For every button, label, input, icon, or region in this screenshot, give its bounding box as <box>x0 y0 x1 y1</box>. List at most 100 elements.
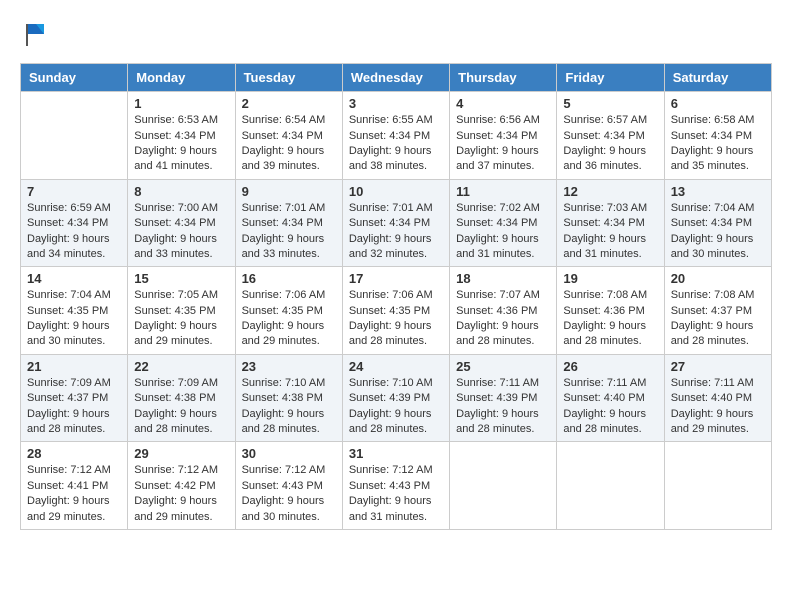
daylight-text: Daylight: 9 hours and 29 minutes. <box>134 495 217 522</box>
sunrise-text: Sunrise: 7:01 AM <box>242 202 326 214</box>
daylight-text: Daylight: 9 hours and 28 minutes. <box>27 408 110 435</box>
calendar-cell: 31 Sunrise: 7:12 AM Sunset: 4:43 PM Dayl… <box>342 442 449 530</box>
sunrise-text: Sunrise: 7:10 AM <box>242 377 326 389</box>
day-number: 3 <box>349 96 443 111</box>
daylight-text: Daylight: 9 hours and 28 minutes. <box>671 320 754 347</box>
sunset-text: Sunset: 4:34 PM <box>242 217 323 229</box>
day-info: Sunrise: 7:09 AM Sunset: 4:38 PM Dayligh… <box>134 376 228 438</box>
sunrise-text: Sunrise: 7:08 AM <box>671 289 755 301</box>
sunrise-text: Sunrise: 7:07 AM <box>456 289 540 301</box>
week-row-3: 14 Sunrise: 7:04 AM Sunset: 4:35 PM Dayl… <box>21 267 772 355</box>
daylight-text: Daylight: 9 hours and 31 minutes. <box>456 233 539 260</box>
sunset-text: Sunset: 4:35 PM <box>134 305 215 317</box>
sunrise-text: Sunrise: 7:09 AM <box>27 377 111 389</box>
weekday-header-tuesday: Tuesday <box>235 64 342 92</box>
weekday-header-sunday: Sunday <box>21 64 128 92</box>
day-number: 17 <box>349 271 443 286</box>
sunset-text: Sunset: 4:34 PM <box>134 130 215 142</box>
sunrise-text: Sunrise: 7:03 AM <box>563 202 647 214</box>
page-header <box>20 20 772 53</box>
day-number: 30 <box>242 446 336 461</box>
sunrise-text: Sunrise: 6:56 AM <box>456 114 540 126</box>
calendar-cell: 6 Sunrise: 6:58 AM Sunset: 4:34 PM Dayli… <box>664 92 771 180</box>
sunrise-text: Sunrise: 7:06 AM <box>349 289 433 301</box>
sunset-text: Sunset: 4:38 PM <box>242 392 323 404</box>
sunset-text: Sunset: 4:34 PM <box>242 130 323 142</box>
sunset-text: Sunset: 4:34 PM <box>134 217 215 229</box>
weekday-header-friday: Friday <box>557 64 664 92</box>
weekday-header-saturday: Saturday <box>664 64 771 92</box>
sunset-text: Sunset: 4:43 PM <box>242 480 323 492</box>
sunset-text: Sunset: 4:34 PM <box>349 217 430 229</box>
daylight-text: Daylight: 9 hours and 41 minutes. <box>134 145 217 172</box>
sunset-text: Sunset: 4:36 PM <box>456 305 537 317</box>
daylight-text: Daylight: 9 hours and 28 minutes. <box>242 408 325 435</box>
daylight-text: Daylight: 9 hours and 30 minutes. <box>27 320 110 347</box>
day-info: Sunrise: 7:04 AM Sunset: 4:35 PM Dayligh… <box>27 288 121 350</box>
calendar-cell: 5 Sunrise: 6:57 AM Sunset: 4:34 PM Dayli… <box>557 92 664 180</box>
day-number: 4 <box>456 96 550 111</box>
day-info: Sunrise: 7:00 AM Sunset: 4:34 PM Dayligh… <box>134 201 228 263</box>
daylight-text: Daylight: 9 hours and 36 minutes. <box>563 145 646 172</box>
daylight-text: Daylight: 9 hours and 28 minutes. <box>456 320 539 347</box>
day-number: 14 <box>27 271 121 286</box>
calendar-cell: 9 Sunrise: 7:01 AM Sunset: 4:34 PM Dayli… <box>235 179 342 267</box>
day-number: 5 <box>563 96 657 111</box>
sunrise-text: Sunrise: 7:12 AM <box>134 464 218 476</box>
day-info: Sunrise: 7:01 AM Sunset: 4:34 PM Dayligh… <box>349 201 443 263</box>
day-number: 19 <box>563 271 657 286</box>
sunrise-text: Sunrise: 6:58 AM <box>671 114 755 126</box>
sunset-text: Sunset: 4:36 PM <box>563 305 644 317</box>
sunrise-text: Sunrise: 7:05 AM <box>134 289 218 301</box>
sunrise-text: Sunrise: 7:11 AM <box>456 377 539 389</box>
daylight-text: Daylight: 9 hours and 29 minutes. <box>27 495 110 522</box>
day-info: Sunrise: 6:56 AM Sunset: 4:34 PM Dayligh… <box>456 113 550 175</box>
calendar-cell: 23 Sunrise: 7:10 AM Sunset: 4:38 PM Dayl… <box>235 354 342 442</box>
week-row-1: 1 Sunrise: 6:53 AM Sunset: 4:34 PM Dayli… <box>21 92 772 180</box>
day-number: 11 <box>456 184 550 199</box>
sunset-text: Sunset: 4:38 PM <box>134 392 215 404</box>
calendar-cell: 19 Sunrise: 7:08 AM Sunset: 4:36 PM Dayl… <box>557 267 664 355</box>
day-number: 27 <box>671 359 765 374</box>
day-info: Sunrise: 7:10 AM Sunset: 4:39 PM Dayligh… <box>349 376 443 438</box>
daylight-text: Daylight: 9 hours and 32 minutes. <box>349 233 432 260</box>
day-info: Sunrise: 7:05 AM Sunset: 4:35 PM Dayligh… <box>134 288 228 350</box>
calendar-cell: 10 Sunrise: 7:01 AM Sunset: 4:34 PM Dayl… <box>342 179 449 267</box>
calendar-cell <box>450 442 557 530</box>
day-info: Sunrise: 7:08 AM Sunset: 4:36 PM Dayligh… <box>563 288 657 350</box>
day-info: Sunrise: 7:12 AM Sunset: 4:41 PM Dayligh… <box>27 463 121 525</box>
daylight-text: Daylight: 9 hours and 29 minutes. <box>671 408 754 435</box>
day-number: 16 <box>242 271 336 286</box>
weekday-header-wednesday: Wednesday <box>342 64 449 92</box>
sunrise-text: Sunrise: 7:12 AM <box>349 464 433 476</box>
calendar-table: SundayMondayTuesdayWednesdayThursdayFrid… <box>20 63 772 530</box>
weekday-header-row: SundayMondayTuesdayWednesdayThursdayFrid… <box>21 64 772 92</box>
calendar-cell: 16 Sunrise: 7:06 AM Sunset: 4:35 PM Dayl… <box>235 267 342 355</box>
day-number: 24 <box>349 359 443 374</box>
day-number: 7 <box>27 184 121 199</box>
sunset-text: Sunset: 4:34 PM <box>671 130 752 142</box>
day-number: 2 <box>242 96 336 111</box>
daylight-text: Daylight: 9 hours and 30 minutes. <box>242 495 325 522</box>
day-number: 25 <box>456 359 550 374</box>
calendar-cell: 11 Sunrise: 7:02 AM Sunset: 4:34 PM Dayl… <box>450 179 557 267</box>
sunset-text: Sunset: 4:39 PM <box>349 392 430 404</box>
calendar-cell: 21 Sunrise: 7:09 AM Sunset: 4:37 PM Dayl… <box>21 354 128 442</box>
sunrise-text: Sunrise: 7:12 AM <box>27 464 111 476</box>
calendar-cell: 18 Sunrise: 7:07 AM Sunset: 4:36 PM Dayl… <box>450 267 557 355</box>
sunrise-text: Sunrise: 7:01 AM <box>349 202 433 214</box>
calendar-cell: 15 Sunrise: 7:05 AM Sunset: 4:35 PM Dayl… <box>128 267 235 355</box>
sunset-text: Sunset: 4:42 PM <box>134 480 215 492</box>
day-info: Sunrise: 7:06 AM Sunset: 4:35 PM Dayligh… <box>349 288 443 350</box>
daylight-text: Daylight: 9 hours and 28 minutes. <box>456 408 539 435</box>
daylight-text: Daylight: 9 hours and 28 minutes. <box>134 408 217 435</box>
day-info: Sunrise: 7:08 AM Sunset: 4:37 PM Dayligh… <box>671 288 765 350</box>
day-number: 28 <box>27 446 121 461</box>
daylight-text: Daylight: 9 hours and 31 minutes. <box>563 233 646 260</box>
sunset-text: Sunset: 4:35 PM <box>242 305 323 317</box>
sunset-text: Sunset: 4:40 PM <box>563 392 644 404</box>
day-info: Sunrise: 7:09 AM Sunset: 4:37 PM Dayligh… <box>27 376 121 438</box>
sunset-text: Sunset: 4:34 PM <box>456 130 537 142</box>
day-number: 21 <box>27 359 121 374</box>
daylight-text: Daylight: 9 hours and 37 minutes. <box>456 145 539 172</box>
